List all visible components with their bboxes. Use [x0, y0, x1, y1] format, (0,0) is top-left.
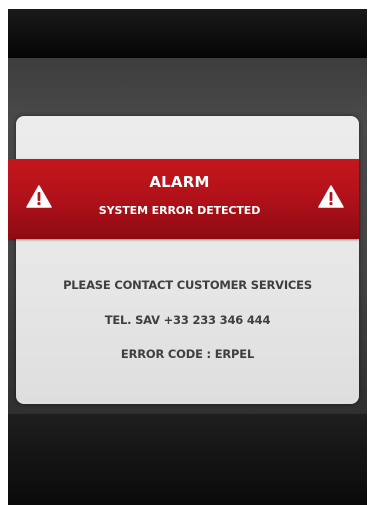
- top-status-bar: [8, 9, 367, 58]
- bottom-bar: [8, 414, 367, 505]
- alarm-banner: ALARM SYSTEM ERROR DETECTED: [8, 159, 359, 239]
- alarm-title: ALARM: [149, 173, 210, 191]
- device-screen: ALARM SYSTEM ERROR DETECTED PLEASE CONTA…: [8, 9, 367, 505]
- phone-number: TEL. SAV +33 233 346 444: [104, 313, 271, 327]
- error-code: ERROR CODE : ERPEL: [120, 347, 255, 361]
- warning-triangle-icon: [318, 185, 344, 208]
- alarm-subtitle: SYSTEM ERROR DETECTED: [98, 204, 261, 217]
- contact-message: PLEASE CONTACT CUSTOMER SERVICES: [63, 278, 312, 292]
